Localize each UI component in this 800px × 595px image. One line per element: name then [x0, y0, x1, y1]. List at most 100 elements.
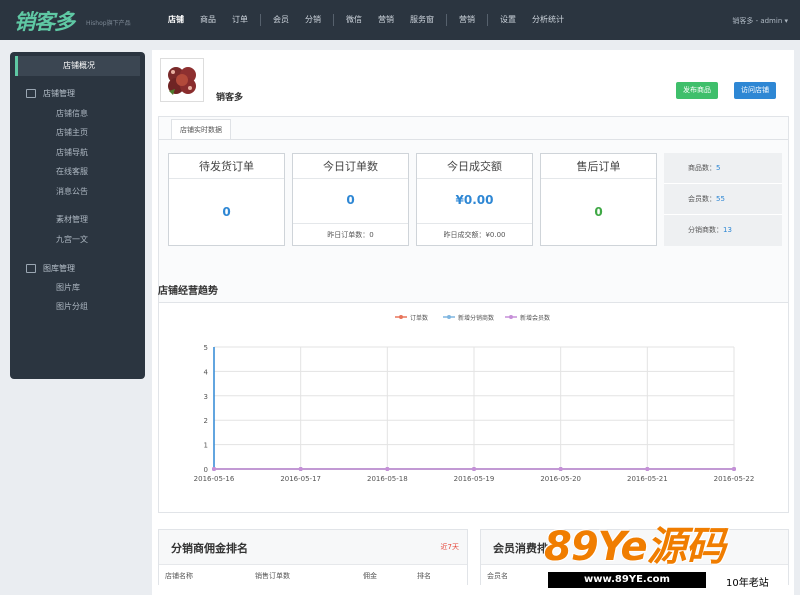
publish-product-button[interactable]: 发布商品: [676, 82, 718, 99]
y-tick-label: 3: [204, 393, 208, 401]
card-value: ¥0.00: [455, 193, 494, 207]
y-tick-label: 2: [204, 417, 208, 425]
column-header: 销售订单数: [255, 571, 290, 580]
nav-item-analytics[interactable]: 分析统计: [524, 0, 572, 40]
stat-distributors[interactable]: 分销商数：13: [664, 215, 782, 246]
sidebar-group-label: 店铺管理: [43, 89, 75, 98]
nav-divider: [333, 14, 334, 26]
card-value: 0: [346, 193, 355, 207]
ranking-table-header: 店铺名称 销售订单数 佣金 排名: [159, 564, 467, 586]
nav-item-shop[interactable]: 店铺: [160, 0, 192, 40]
stat-label: 分销商数：: [688, 226, 723, 234]
card-title: 今日成交额: [417, 154, 532, 179]
x-tick-label: 2016-05-22: [714, 475, 755, 483]
legend-marker: [509, 315, 513, 319]
nav-item-products[interactable]: 商品: [192, 0, 224, 40]
column-header: 排名: [417, 571, 431, 580]
shop-name: 销客多: [216, 93, 244, 103]
x-tick-label: 2016-05-21: [627, 475, 668, 483]
watermark-logo: 89Ye源码: [544, 524, 726, 570]
y-tick-label: 4: [204, 368, 209, 376]
legend-label: 订单数: [410, 314, 428, 322]
card-title: 售后订单: [541, 154, 656, 179]
sidebar-item-nine-grid[interactable]: 九宫一文: [56, 234, 88, 245]
shop-avatar[interactable]: [160, 58, 204, 102]
ranking-period-tag[interactable]: 近7天: [441, 542, 459, 552]
stat-members[interactable]: 会员数：55: [664, 184, 782, 215]
column-header: 店铺名称: [165, 571, 193, 580]
nav-item-distribution[interactable]: 分销: [297, 0, 329, 40]
legend-marker: [447, 315, 451, 319]
watermark-tag: 10年老站: [726, 578, 769, 589]
distributor-ranking-panel: 分销商佣金排名 近7天 店铺名称 销售订单数 佣金 排名: [158, 529, 468, 586]
tab-realtime-data[interactable]: 店铺实时数据: [171, 119, 231, 139]
sidebar-item-shop-home[interactable]: 店铺主页: [56, 127, 88, 138]
x-tick-label: 2016-05-20: [540, 475, 581, 483]
shop-logo-image: [168, 67, 196, 95]
ranking-title: 分销商佣金排名: [171, 542, 248, 555]
x-tick-label: 2016-05-17: [280, 475, 321, 483]
visit-shop-button[interactable]: 访问店铺: [734, 82, 776, 99]
x-tick-label: 2016-05-19: [454, 475, 495, 483]
logo-subtitle: Hishop旗下产品: [86, 20, 131, 27]
card-today-revenue[interactable]: 今日成交额 ¥0.00 昨日成交额：¥0.00: [416, 153, 533, 246]
image-icon: [26, 264, 36, 273]
nav-item-service-window[interactable]: 服务窗: [402, 0, 442, 40]
sidebar-item-shop-nav[interactable]: 店铺导航: [56, 147, 88, 158]
nav-item-wechat[interactable]: 微信: [338, 0, 370, 40]
data-point: [472, 467, 476, 471]
sidebar-item-image-groups[interactable]: 图片分组: [56, 301, 88, 312]
nav-divider: [487, 14, 488, 26]
watermark-url: www.89YE.com: [548, 572, 706, 588]
sidebar-group-shop-management[interactable]: 店铺管理: [26, 88, 75, 99]
trend-chart-box: 0 1 2 3 4 5 2016-05-16 2016-05-17 2016-05-18 2016…: [158, 302, 789, 513]
legend-label: 新增会员数: [520, 314, 550, 322]
nav-item-marketing-1[interactable]: 营销: [370, 0, 402, 40]
stat-label: 会员数：: [688, 195, 716, 203]
stat-value: 5: [716, 164, 721, 172]
sidebar-item-notices[interactable]: 消息公告: [56, 186, 88, 197]
card-subtext: 昨日成交额：¥0.00: [417, 223, 532, 245]
stat-value: 55: [716, 195, 725, 203]
nav-divider: [260, 14, 261, 26]
data-point: [212, 467, 216, 471]
data-point: [298, 467, 303, 471]
card-pending-shipment[interactable]: 待发货订单 0: [168, 153, 285, 246]
nav-item-members[interactable]: 会员: [265, 0, 297, 40]
y-tick-label: 1: [204, 442, 208, 450]
card-after-sales[interactable]: 售后订单 0: [540, 153, 657, 246]
logo[interactable]: 销客多: [14, 6, 75, 36]
card-title: 待发货订单: [169, 154, 284, 179]
card-title: 今日订单数: [293, 154, 408, 179]
site-watermark: 89Ye源码 www.89YE.com 10年老站: [540, 514, 800, 595]
card-value: 0: [222, 205, 231, 219]
legend-label: 新增分销商数: [458, 314, 494, 322]
data-point: [558, 467, 563, 471]
user-menu[interactable]: 销客多 - admin ▾: [732, 16, 788, 26]
stat-label: 商品数：: [688, 164, 716, 172]
main-nav: 店铺 商品 订单 会员 分销 微信 营销 服务窗 营销 设置 分析统计: [160, 0, 572, 40]
trend-section-title: 店铺经营趋势: [158, 286, 218, 297]
sidebar: 店铺概况 店铺管理 店铺信息 店铺主页 店铺导航 在线客服 消息公告 素材管理 …: [10, 52, 145, 379]
card-today-orders[interactable]: 今日订单数 0 昨日订单数：0: [292, 153, 409, 246]
nav-item-settings[interactable]: 设置: [492, 0, 524, 40]
data-point: [645, 467, 650, 471]
tab-divider: [159, 139, 788, 140]
sidebar-group-gallery[interactable]: 图库管理: [26, 263, 75, 274]
sidebar-group-label: 图库管理: [43, 264, 75, 273]
y-tick-label: 5: [204, 344, 208, 352]
card-value: 0: [594, 205, 603, 219]
realtime-data-panel: 店铺实时数据 待发货订单 0 今日订单数 0 昨日订单数：0 今日成交额 ¥0.…: [158, 116, 789, 308]
nav-item-orders[interactable]: 订单: [224, 0, 256, 40]
sidebar-item-materials[interactable]: 素材管理: [56, 214, 88, 225]
data-point: [732, 467, 736, 471]
summary-stats: 商品数：5 会员数：55 分销商数：13: [664, 153, 782, 246]
x-tick-label: 2016-05-16: [194, 475, 235, 483]
nav-item-marketing-2[interactable]: 营销: [451, 0, 483, 40]
sidebar-item-shop-overview[interactable]: 店铺概况: [15, 56, 140, 76]
sidebar-item-image-library[interactable]: 图片库: [56, 282, 80, 293]
sidebar-item-online-service[interactable]: 在线客服: [56, 166, 88, 177]
stat-products[interactable]: 商品数：5: [664, 153, 782, 184]
nav-divider: [446, 14, 447, 26]
sidebar-item-shop-info[interactable]: 店铺信息: [56, 108, 88, 119]
